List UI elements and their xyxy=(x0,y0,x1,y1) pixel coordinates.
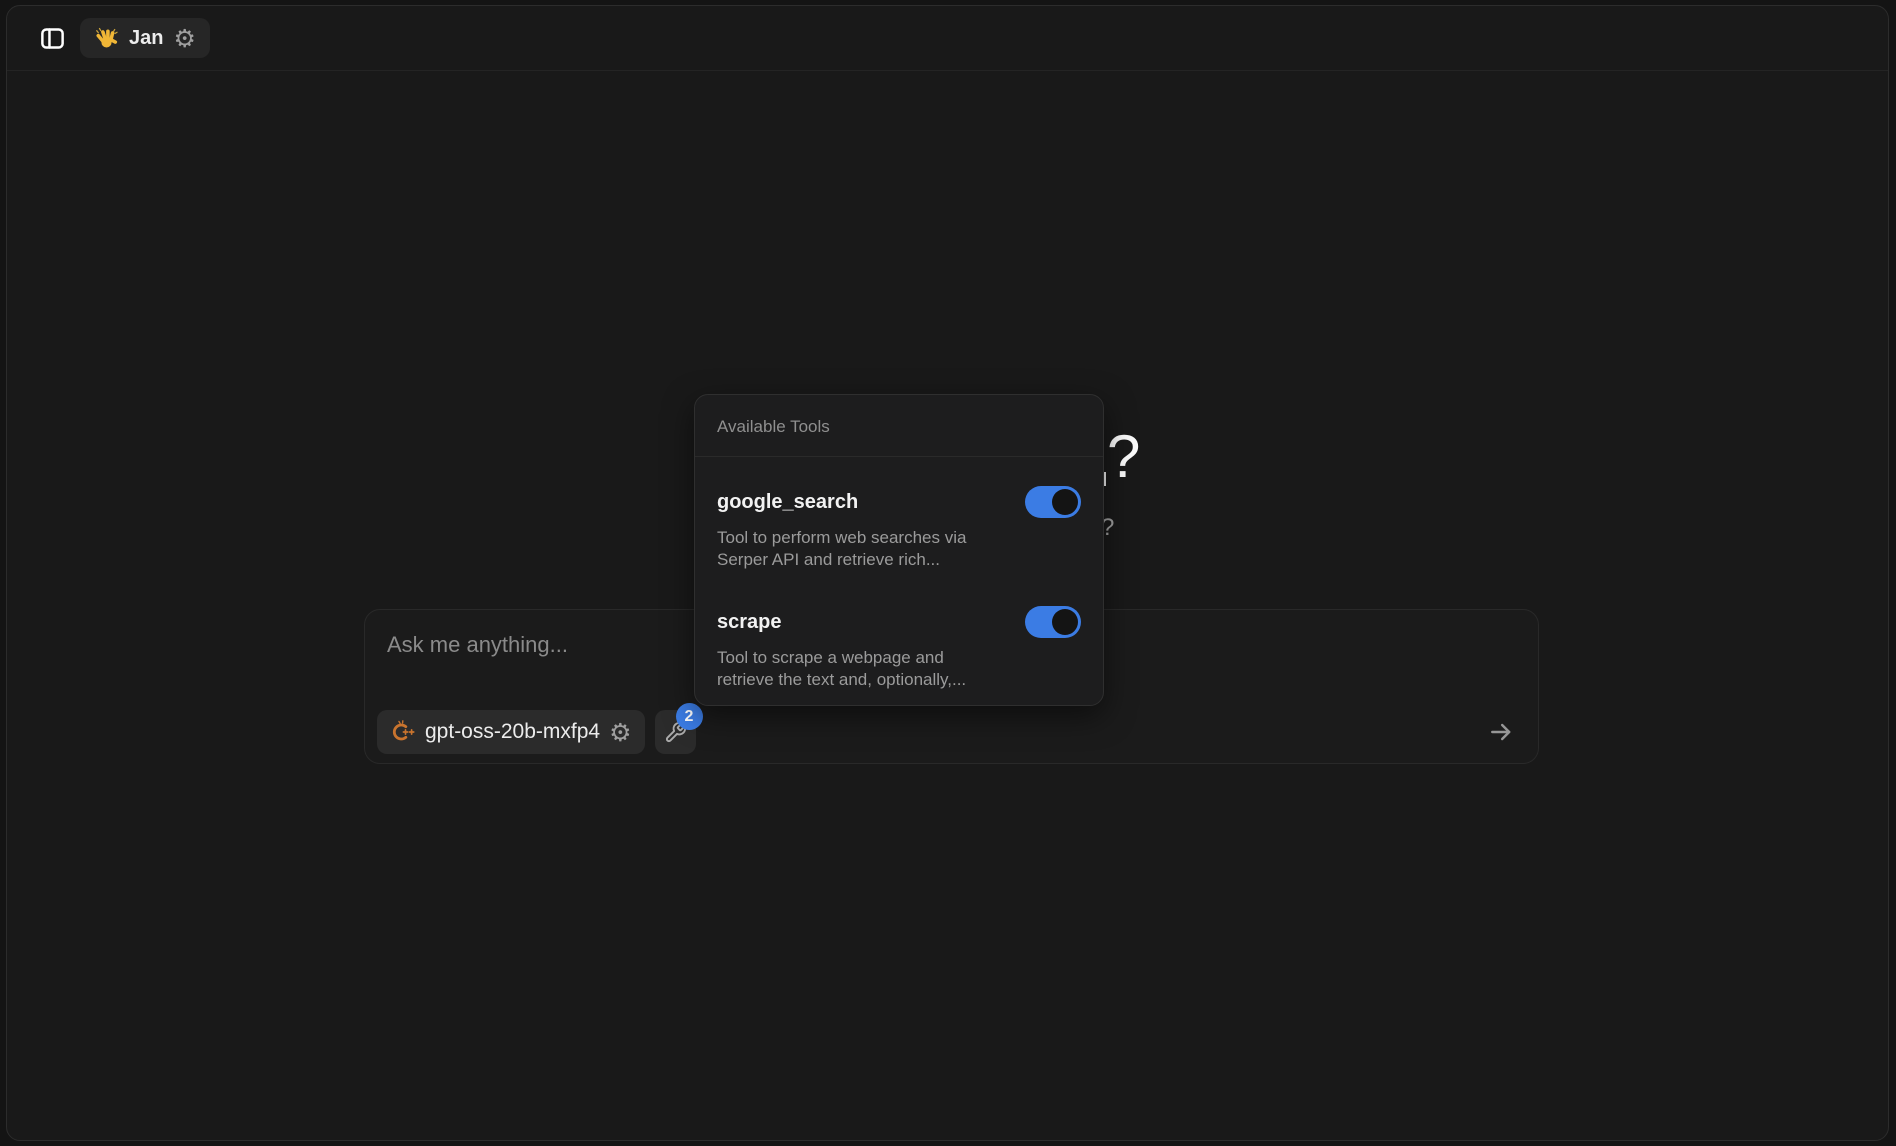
tool-toggle-google-search[interactable] xyxy=(1025,486,1081,518)
popover-title: Available Tools xyxy=(717,417,1081,437)
arrow-right-icon xyxy=(1487,718,1515,746)
tool-description: Tool to scrape a webpage and retrieve th… xyxy=(717,647,1081,690)
tool-name: google_search xyxy=(717,491,858,514)
sidebar-toggle-button[interactable] xyxy=(39,25,66,52)
llamacpp-icon xyxy=(390,719,416,745)
tools-count-badge: 2 xyxy=(676,703,703,730)
model-name: gpt-oss-20b-mxfp4 xyxy=(425,720,600,744)
workspace-chip[interactable]: Jan ⚙ xyxy=(80,18,210,58)
tools-button[interactable]: 2 xyxy=(655,710,696,754)
header: Jan ⚙ xyxy=(7,6,1888,71)
available-tools-popover: Available Tools google_search Tool to pe… xyxy=(694,394,1104,706)
tool-name: scrape xyxy=(717,611,782,634)
tool-toggle-scrape[interactable] xyxy=(1025,606,1081,638)
send-button[interactable] xyxy=(1486,717,1516,747)
composer-toolbar: gpt-oss-20b-mxfp4 ⚙ 2 xyxy=(377,710,1526,754)
model-settings-gear-icon[interactable]: ⚙ xyxy=(609,720,631,745)
tool-row-google-search: google_search Tool to perform web search… xyxy=(717,486,1081,570)
popover-header: Available Tools xyxy=(695,395,1103,457)
toggle-knob xyxy=(1052,609,1078,635)
toggle-knob xyxy=(1052,489,1078,515)
gear-icon[interactable]: ⚙ xyxy=(173,26,195,51)
app-title: Jan xyxy=(129,27,163,50)
tool-description: Tool to perform web searches via Serper … xyxy=(717,527,1081,570)
waving-hand-icon xyxy=(94,26,119,51)
popover-body: google_search Tool to perform web search… xyxy=(695,486,1103,690)
hero-heading-fragment: ? xyxy=(1107,427,1140,487)
app-window: Jan ⚙ ? ? gpt-oss-20b-mxfp4 ⚙ xyxy=(6,5,1889,1141)
model-selector[interactable]: gpt-oss-20b-mxfp4 ⚙ xyxy=(377,710,645,754)
panel-left-icon xyxy=(39,25,66,52)
tool-row-scrape: scrape Tool to scrape a webpage and retr… xyxy=(717,606,1081,690)
